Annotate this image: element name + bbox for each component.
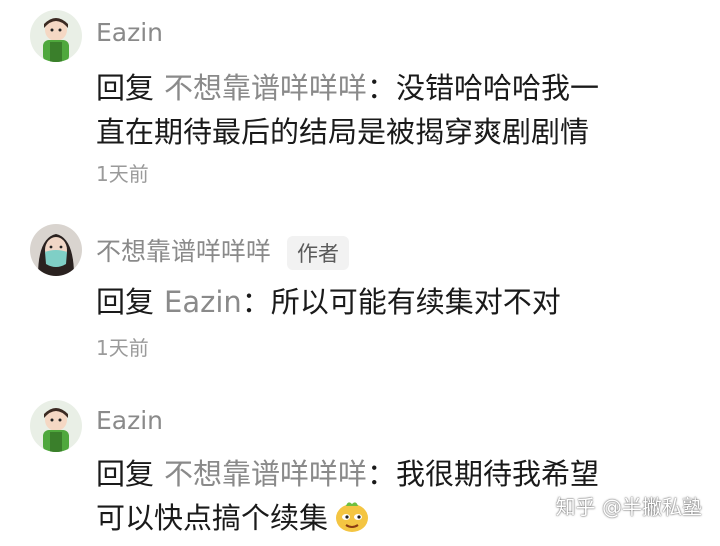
comment-time: 1天前 xyxy=(96,336,149,360)
comment-text-line: 直在期待最后的结局是被揭穿爽剧剧情 xyxy=(96,115,590,149)
avatar[interactable] xyxy=(30,10,82,62)
comment-body: 回复 不想靠谱咩咩咩：没错哈哈哈我一 直在期待最后的结局是被揭穿爽剧剧情 xyxy=(96,66,696,154)
comment-text-line: 我很期待我希望 xyxy=(396,457,600,491)
comment-text-line: 所以可能有续集对不对 xyxy=(270,285,561,319)
reply-target-name[interactable]: 不想靠谱咩咩咩 xyxy=(164,71,367,105)
author-badge: 作者 xyxy=(287,236,350,270)
avatar[interactable] xyxy=(30,224,82,276)
comment-author: 不想靠谱咩咩咩 作者 xyxy=(96,232,350,270)
reply-prefix: 回复 xyxy=(96,285,155,319)
reply-target-name[interactable]: 不想靠谱咩咩咩 xyxy=(164,457,367,491)
avatar[interactable] xyxy=(30,400,82,452)
comment-body: 回复 Eazin：所以可能有续集对不对 xyxy=(96,280,696,324)
reply-prefix: 回复 xyxy=(96,457,155,491)
comment-author[interactable]: Eazin xyxy=(96,406,163,435)
comment-time: 1天前 xyxy=(96,162,149,186)
reply-prefix: 回复 xyxy=(96,71,155,105)
smug-face-sticker-icon xyxy=(332,498,372,534)
reply-colon: ： xyxy=(367,71,397,105)
comment-text-line: 可以快点搞个续集 xyxy=(96,501,329,535)
reply-colon: ： xyxy=(367,457,397,491)
reply-colon: ： xyxy=(241,285,271,319)
comment-text-line: 没错哈哈哈我一 xyxy=(396,71,600,105)
watermark: 知乎 @半撇私塾 xyxy=(555,495,702,519)
author-name[interactable]: 不想靠谱咩咩咩 xyxy=(96,237,271,266)
reply-target-name[interactable]: Eazin xyxy=(164,285,242,319)
comment-author[interactable]: Eazin xyxy=(96,18,163,47)
